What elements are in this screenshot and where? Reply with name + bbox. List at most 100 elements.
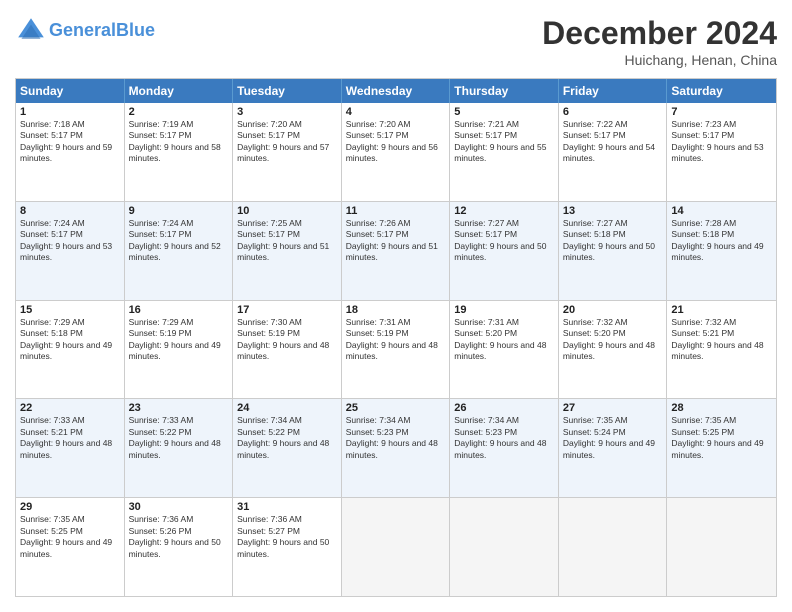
- calendar-cell: 19Sunrise: 7:31 AM Sunset: 5:20 PM Dayli…: [450, 301, 559, 399]
- calendar-cell: 18Sunrise: 7:31 AM Sunset: 5:19 PM Dayli…: [342, 301, 451, 399]
- cell-date: 27: [563, 402, 663, 414]
- calendar-cell: [450, 498, 559, 596]
- calendar-cell: 12Sunrise: 7:27 AM Sunset: 5:17 PM Dayli…: [450, 202, 559, 300]
- cell-date: 25: [346, 402, 446, 414]
- calendar-body: 1Sunrise: 7:18 AM Sunset: 5:17 PM Daylig…: [16, 103, 776, 596]
- cell-info: Sunrise: 7:24 AM Sunset: 5:17 PM Dayligh…: [129, 218, 229, 264]
- cell-info: Sunrise: 7:21 AM Sunset: 5:17 PM Dayligh…: [454, 119, 554, 165]
- calendar-row: 1Sunrise: 7:18 AM Sunset: 5:17 PM Daylig…: [16, 103, 776, 202]
- cell-info: Sunrise: 7:33 AM Sunset: 5:22 PM Dayligh…: [129, 415, 229, 461]
- cell-info: Sunrise: 7:27 AM Sunset: 5:17 PM Dayligh…: [454, 218, 554, 264]
- calendar-cell: 8Sunrise: 7:24 AM Sunset: 5:17 PM Daylig…: [16, 202, 125, 300]
- calendar-cell: 10Sunrise: 7:25 AM Sunset: 5:17 PM Dayli…: [233, 202, 342, 300]
- cell-date: 28: [671, 402, 772, 414]
- day-name-sunday: Sunday: [16, 79, 125, 103]
- cell-date: 2: [129, 106, 229, 118]
- cell-info: Sunrise: 7:34 AM Sunset: 5:22 PM Dayligh…: [237, 415, 337, 461]
- cell-date: 19: [454, 304, 554, 316]
- calendar-cell: 3Sunrise: 7:20 AM Sunset: 5:17 PM Daylig…: [233, 103, 342, 201]
- cell-info: Sunrise: 7:35 AM Sunset: 5:25 PM Dayligh…: [20, 514, 120, 560]
- cell-info: Sunrise: 7:34 AM Sunset: 5:23 PM Dayligh…: [346, 415, 446, 461]
- day-name-tuesday: Tuesday: [233, 79, 342, 103]
- calendar-cell: 16Sunrise: 7:29 AM Sunset: 5:19 PM Dayli…: [125, 301, 234, 399]
- logo: GeneralBlue: [15, 15, 155, 47]
- day-name-wednesday: Wednesday: [342, 79, 451, 103]
- cell-info: Sunrise: 7:26 AM Sunset: 5:17 PM Dayligh…: [346, 218, 446, 264]
- cell-date: 8: [20, 205, 120, 217]
- calendar-cell: 15Sunrise: 7:29 AM Sunset: 5:18 PM Dayli…: [16, 301, 125, 399]
- calendar-cell: 25Sunrise: 7:34 AM Sunset: 5:23 PM Dayli…: [342, 399, 451, 497]
- calendar-cell: 24Sunrise: 7:34 AM Sunset: 5:22 PM Dayli…: [233, 399, 342, 497]
- cell-date: 3: [237, 106, 337, 118]
- cell-info: Sunrise: 7:28 AM Sunset: 5:18 PM Dayligh…: [671, 218, 772, 264]
- calendar-cell: 9Sunrise: 7:24 AM Sunset: 5:17 PM Daylig…: [125, 202, 234, 300]
- cell-info: Sunrise: 7:30 AM Sunset: 5:19 PM Dayligh…: [237, 317, 337, 363]
- cell-date: 10: [237, 205, 337, 217]
- calendar-cell: 13Sunrise: 7:27 AM Sunset: 5:18 PM Dayli…: [559, 202, 668, 300]
- day-name-thursday: Thursday: [450, 79, 559, 103]
- cell-info: Sunrise: 7:35 AM Sunset: 5:25 PM Dayligh…: [671, 415, 772, 461]
- calendar-cell: 26Sunrise: 7:34 AM Sunset: 5:23 PM Dayli…: [450, 399, 559, 497]
- header: GeneralBlue December 2024 Huichang, Hena…: [15, 15, 777, 68]
- cell-date: 30: [129, 501, 229, 513]
- cell-info: Sunrise: 7:36 AM Sunset: 5:26 PM Dayligh…: [129, 514, 229, 560]
- cell-info: Sunrise: 7:25 AM Sunset: 5:17 PM Dayligh…: [237, 218, 337, 264]
- page: GeneralBlue December 2024 Huichang, Hena…: [0, 0, 792, 612]
- cell-date: 11: [346, 205, 446, 217]
- cell-date: 16: [129, 304, 229, 316]
- cell-date: 20: [563, 304, 663, 316]
- calendar-cell: 30Sunrise: 7:36 AM Sunset: 5:26 PM Dayli…: [125, 498, 234, 596]
- logo-text: GeneralBlue: [49, 21, 155, 41]
- cell-info: Sunrise: 7:31 AM Sunset: 5:20 PM Dayligh…: [454, 317, 554, 363]
- location: Huichang, Henan, China: [542, 52, 777, 68]
- cell-date: 1: [20, 106, 120, 118]
- cell-date: 7: [671, 106, 772, 118]
- logo-line1: General: [49, 20, 116, 40]
- calendar-cell: [342, 498, 451, 596]
- cell-info: Sunrise: 7:27 AM Sunset: 5:18 PM Dayligh…: [563, 218, 663, 264]
- calendar-cell: 20Sunrise: 7:32 AM Sunset: 5:20 PM Dayli…: [559, 301, 668, 399]
- cell-info: Sunrise: 7:18 AM Sunset: 5:17 PM Dayligh…: [20, 119, 120, 165]
- cell-date: 22: [20, 402, 120, 414]
- logo-line2: Blue: [116, 20, 155, 40]
- calendar-cell: [559, 498, 668, 596]
- cell-info: Sunrise: 7:23 AM Sunset: 5:17 PM Dayligh…: [671, 119, 772, 165]
- cell-date: 9: [129, 205, 229, 217]
- calendar-row: 15Sunrise: 7:29 AM Sunset: 5:18 PM Dayli…: [16, 301, 776, 400]
- calendar-cell: 27Sunrise: 7:35 AM Sunset: 5:24 PM Dayli…: [559, 399, 668, 497]
- cell-info: Sunrise: 7:31 AM Sunset: 5:19 PM Dayligh…: [346, 317, 446, 363]
- calendar-cell: 31Sunrise: 7:36 AM Sunset: 5:27 PM Dayli…: [233, 498, 342, 596]
- day-name-monday: Monday: [125, 79, 234, 103]
- calendar-cell: [667, 498, 776, 596]
- cell-date: 15: [20, 304, 120, 316]
- calendar-cell: 7Sunrise: 7:23 AM Sunset: 5:17 PM Daylig…: [667, 103, 776, 201]
- calendar-row: 8 Sunrise: 7:24 AM Sunset: 5:17 PM Daylig…: [16, 202, 776, 301]
- calendar-cell: 17Sunrise: 7:30 AM Sunset: 5:19 PM Dayli…: [233, 301, 342, 399]
- cell-date: 23: [129, 402, 229, 414]
- cell-info: Sunrise: 7:33 AM Sunset: 5:21 PM Dayligh…: [20, 415, 120, 461]
- cell-date: 21: [671, 304, 772, 316]
- calendar-cell: 4Sunrise: 7:20 AM Sunset: 5:17 PM Daylig…: [342, 103, 451, 201]
- day-name-friday: Friday: [559, 79, 668, 103]
- cell-info: Sunrise: 7:32 AM Sunset: 5:20 PM Dayligh…: [563, 317, 663, 363]
- calendar-cell: 29Sunrise: 7:35 AM Sunset: 5:25 PM Dayli…: [16, 498, 125, 596]
- cell-date: 4: [346, 106, 446, 118]
- calendar-cell: 5Sunrise: 7:21 AM Sunset: 5:17 PM Daylig…: [450, 103, 559, 201]
- cell-info: Sunrise: 7:29 AM Sunset: 5:19 PM Dayligh…: [129, 317, 229, 363]
- cell-date: 17: [237, 304, 337, 316]
- cell-date: 18: [346, 304, 446, 316]
- day-name-saturday: Saturday: [667, 79, 776, 103]
- calendar-cell: 14Sunrise: 7:28 AM Sunset: 5:18 PM Dayli…: [667, 202, 776, 300]
- cell-info: Sunrise: 7:35 AM Sunset: 5:24 PM Dayligh…: [563, 415, 663, 461]
- cell-info: Sunrise: 7:20 AM Sunset: 5:17 PM Dayligh…: [346, 119, 446, 165]
- calendar-header: SundayMondayTuesdayWednesdayThursdayFrid…: [16, 79, 776, 103]
- calendar-cell: 28Sunrise: 7:35 AM Sunset: 5:25 PM Dayli…: [667, 399, 776, 497]
- calendar-cell: 21Sunrise: 7:32 AM Sunset: 5:21 PM Dayli…: [667, 301, 776, 399]
- cell-date: 31: [237, 501, 337, 513]
- cell-date: 14: [671, 205, 772, 217]
- cell-info: Sunrise: 7:22 AM Sunset: 5:17 PM Dayligh…: [563, 119, 663, 165]
- cell-date: 12: [454, 205, 554, 217]
- cell-info: Sunrise: 7:19 AM Sunset: 5:17 PM Dayligh…: [129, 119, 229, 165]
- calendar-cell: 22Sunrise: 7:33 AM Sunset: 5:21 PM Dayli…: [16, 399, 125, 497]
- title-block: December 2024 Huichang, Henan, China: [542, 15, 777, 68]
